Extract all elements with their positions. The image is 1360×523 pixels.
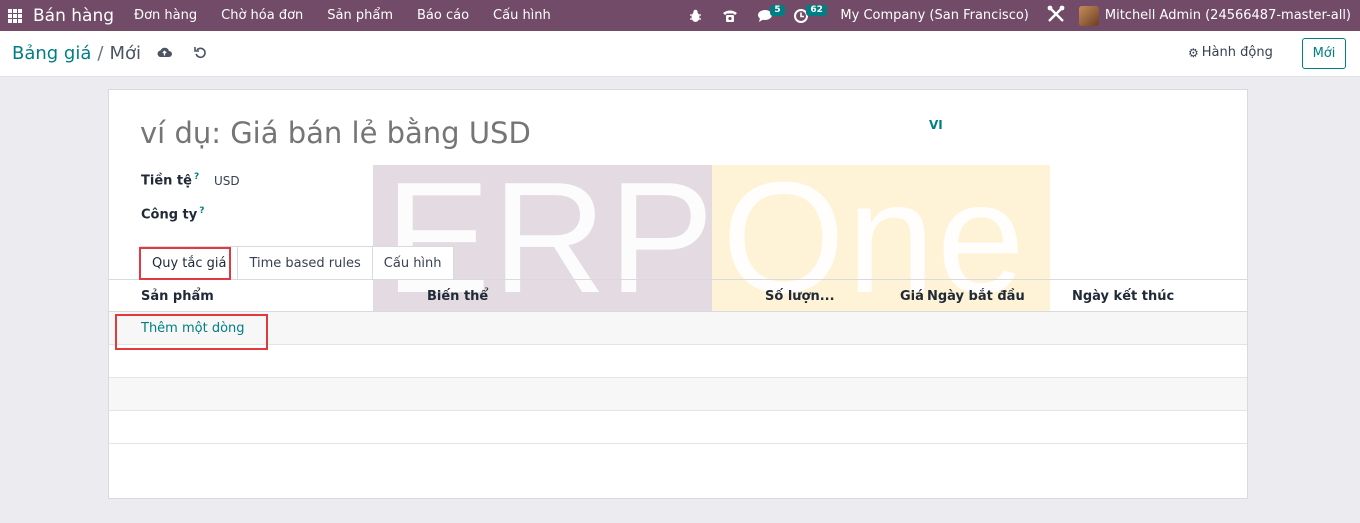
activities-badge: 62 <box>806 4 827 16</box>
table-header: Sản phẩm Biến thể Số lượn... Giá Ngày bắ… <box>109 280 1247 312</box>
action-menu-label: Hành động <box>1201 45 1273 60</box>
breadcrumb-pricelists[interactable]: Bảng giá <box>12 43 91 64</box>
table-row <box>109 345 1247 378</box>
column-variant[interactable]: Biến thể <box>427 289 488 304</box>
tools-icon[interactable] <box>1047 5 1065 27</box>
menu-reporting[interactable]: Báo cáo <box>417 8 469 23</box>
top-navbar: Bán hàng Đơn hàng Chờ hóa đơn Sản phẩm B… <box>0 0 1360 31</box>
user-avatar[interactable] <box>1078 5 1099 26</box>
company-switcher[interactable]: My Company (San Francisco) <box>840 8 1028 23</box>
form-sheet: ERP One VI Tiền tệ? USD Công ty? Quy tắc… <box>108 89 1248 499</box>
breadcrumb-current: Mới <box>109 43 142 64</box>
highlight-price-rules-tab <box>139 247 231 280</box>
company-help-icon[interactable]: ? <box>199 206 204 216</box>
menu-configuration[interactable]: Cấu hình <box>493 8 551 23</box>
menu-to-invoice[interactable]: Chờ hóa đơn <box>221 8 303 23</box>
new-button[interactable]: Mới <box>1302 38 1346 69</box>
phone-icon[interactable] <box>722 9 738 23</box>
currency-field[interactable]: USD <box>214 174 240 188</box>
action-menu-button[interactable]: ⚙ Hành động <box>1188 45 1273 60</box>
app-name[interactable]: Bán hàng <box>33 6 114 26</box>
currency-label-text: Tiền tệ <box>141 173 192 189</box>
apps-grid-icon[interactable] <box>8 8 22 23</box>
table-row <box>109 411 1247 444</box>
tab-configuration[interactable]: Cấu hình <box>371 246 454 280</box>
company-field[interactable] <box>214 206 514 224</box>
tab-time-based-rules[interactable]: Time based rules <box>237 246 373 280</box>
user-menu[interactable]: Mitchell Admin (24566487-master-all) <box>1105 8 1351 23</box>
save-cloud-icon[interactable] <box>157 46 173 62</box>
breadcrumb: Bảng giá / Mới <box>12 43 207 64</box>
table-row <box>109 378 1247 411</box>
column-end-date[interactable]: Ngày kết thúc <box>1072 289 1174 304</box>
company-label-text: Công ty <box>141 207 198 223</box>
messages-badge: 5 <box>770 4 785 16</box>
activities-clock-icon[interactable]: 62 <box>794 4 827 23</box>
breadcrumb-separator: / <box>97 43 104 64</box>
pricelist-name-input[interactable] <box>140 116 840 150</box>
column-start-date[interactable]: Ngày bắt đầu <box>927 289 1025 304</box>
table-row: Thêm một dòng <box>109 312 1247 345</box>
discard-undo-icon[interactable] <box>194 45 207 63</box>
language-tag[interactable]: VI <box>929 118 943 132</box>
control-panel: Bảng giá / Mới ⚙ Hành động Mới <box>0 31 1360 77</box>
menu-products[interactable]: Sản phẩm <box>327 8 393 23</box>
highlight-add-line <box>115 314 268 350</box>
column-product[interactable]: Sản phẩm <box>141 289 214 304</box>
currency-help-icon[interactable]: ? <box>194 172 199 182</box>
company-label: Công ty? <box>141 206 204 222</box>
navbar-systray: 5 62 My Company (San Francisco) Mitchell… <box>689 0 1360 31</box>
column-quantity[interactable]: Số lượn... <box>765 289 835 304</box>
bug-icon[interactable] <box>689 9 702 23</box>
messages-icon[interactable]: 5 <box>758 4 785 23</box>
gear-icon: ⚙ <box>1188 45 1199 60</box>
menu-orders[interactable]: Đơn hàng <box>134 8 197 23</box>
column-price[interactable]: Giá <box>900 289 924 304</box>
currency-label: Tiền tệ? <box>141 172 199 188</box>
